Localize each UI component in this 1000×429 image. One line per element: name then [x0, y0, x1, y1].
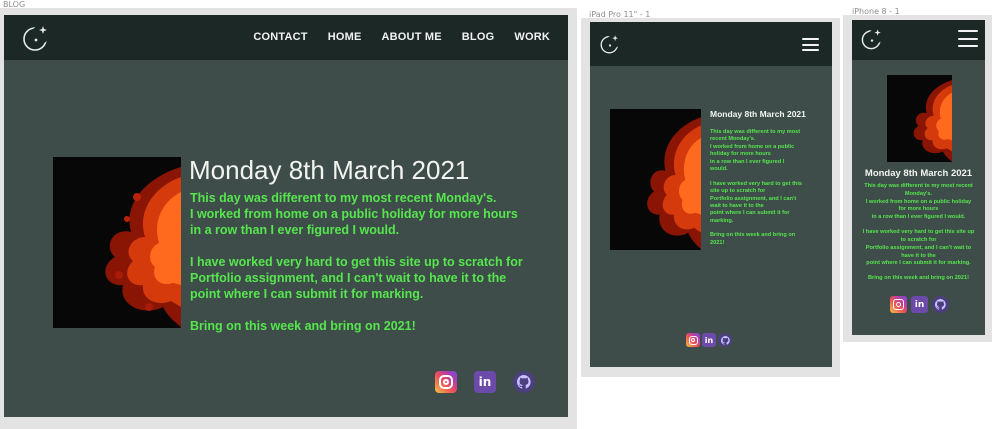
github-icon[interactable]: [513, 371, 535, 393]
post-line: Portfolio assignment, and I can't wait t…: [865, 244, 972, 251]
octopus-photo: [887, 75, 952, 162]
social-icons: in: [686, 333, 732, 347]
blog-artboard: CONTACT HOME ABOUT ME BLOG WORK Monday 8…: [4, 15, 568, 417]
social-icons: in: [435, 371, 535, 393]
post-body: This day was different to my most recent…: [190, 190, 523, 334]
post-line: I worked from home on a public holiday: [865, 198, 972, 205]
post-line: I have worked very hard to get this site…: [862, 229, 975, 236]
post-line: site up to scratch for: [710, 188, 766, 195]
post-line: Bring on this week and bring on 2021!: [190, 319, 416, 333]
post-line: I worked from home on a public: [710, 143, 795, 150]
instagram-icon[interactable]: [686, 333, 700, 347]
navbar: CONTACT HOME ABOUT ME BLOG WORK: [4, 15, 568, 60]
linkedin-icon[interactable]: in: [474, 371, 496, 393]
post-line: Monday's.: [904, 190, 933, 197]
instagram-icon[interactable]: [890, 296, 907, 313]
linkedin-icon[interactable]: in: [911, 296, 928, 313]
hamburger-menu-icon[interactable]: [958, 30, 978, 47]
moon-logo-icon[interactable]: [21, 23, 51, 53]
post-title: Monday 8th March 2021: [710, 109, 806, 119]
post-line: in a row than I ever figured I: [710, 158, 785, 165]
post-line: point where I can submit it for marking.: [190, 287, 424, 301]
post-body: This day was different to my most recent…: [710, 129, 802, 247]
post-line: I worked from home on a public holiday f…: [190, 207, 518, 221]
design-canvas: BLOG CONTACT HOME ABOUT ME BLOG WORK Mon…: [0, 0, 1000, 429]
post-line: wait to have it to the: [710, 202, 764, 209]
post-line: point where I can submit it for marking.: [866, 260, 971, 267]
post-line: recent Monday's.: [710, 136, 756, 143]
post-line: I have worked very hard to get this site…: [190, 255, 523, 269]
nav-item-work[interactable]: WORK: [514, 31, 550, 43]
ipad-artboard: Monday 8th March 2021 This day was diffe…: [590, 22, 832, 367]
social-icons: in: [890, 296, 949, 313]
navbar: [852, 20, 985, 60]
navbar: [590, 22, 832, 66]
post-line: have it to the: [901, 252, 936, 259]
post-line: to scratch for: [900, 236, 937, 243]
post-line: marking.: [710, 217, 734, 224]
post-line: point where I can submit it for: [710, 210, 790, 217]
post-line: This day was different to my most recent…: [190, 191, 497, 205]
post-line: This day was different to my most recent: [864, 183, 973, 189]
post-line: Portfolio assignment, and I can't wait t…: [190, 271, 507, 285]
post-line: Portfolio assignment, and I can't: [710, 195, 797, 202]
moon-logo-icon[interactable]: [599, 33, 621, 55]
octopus-photo: [53, 157, 181, 328]
hamburger-menu-icon[interactable]: [802, 38, 819, 51]
nav-menu: CONTACT HOME ABOUT ME BLOG WORK: [253, 31, 550, 43]
nav-item-about-me[interactable]: ABOUT ME: [382, 31, 442, 43]
post-line: Bring on this week and bring on 2021!: [867, 275, 969, 282]
post-line: in a row than I ever figured I would.: [871, 214, 966, 221]
post-line: Bring on this week and bring on: [710, 232, 796, 239]
octopus-photo: [610, 109, 701, 250]
post-line: for more hours: [898, 206, 939, 213]
post-line: This day was different to my most: [710, 129, 801, 135]
post-line: I have worked very hard to get this: [710, 180, 803, 187]
post-body: This day was different to my most recent…: [852, 183, 985, 283]
nav-item-home[interactable]: HOME: [328, 31, 362, 43]
post-line: would.: [710, 166, 728, 173]
post-line: in a row than I ever figured I would.: [190, 223, 400, 237]
post-line: 2021!: [710, 239, 725, 246]
linkedin-icon[interactable]: in: [702, 333, 716, 347]
moon-logo-icon[interactable]: [860, 27, 884, 51]
nav-item-contact[interactable]: CONTACT: [253, 31, 307, 43]
github-icon[interactable]: [718, 333, 732, 347]
instagram-icon[interactable]: [435, 371, 457, 393]
post-line: holiday for more hours: [710, 151, 771, 158]
nav-item-blog[interactable]: BLOG: [462, 31, 495, 43]
github-icon[interactable]: [932, 296, 949, 313]
post-title: Monday 8th March 2021: [864, 168, 973, 179]
iphone-artboard: Monday 8th March 2021 This day was diffe…: [852, 20, 985, 335]
post-title: Monday 8th March 2021: [189, 155, 470, 185]
